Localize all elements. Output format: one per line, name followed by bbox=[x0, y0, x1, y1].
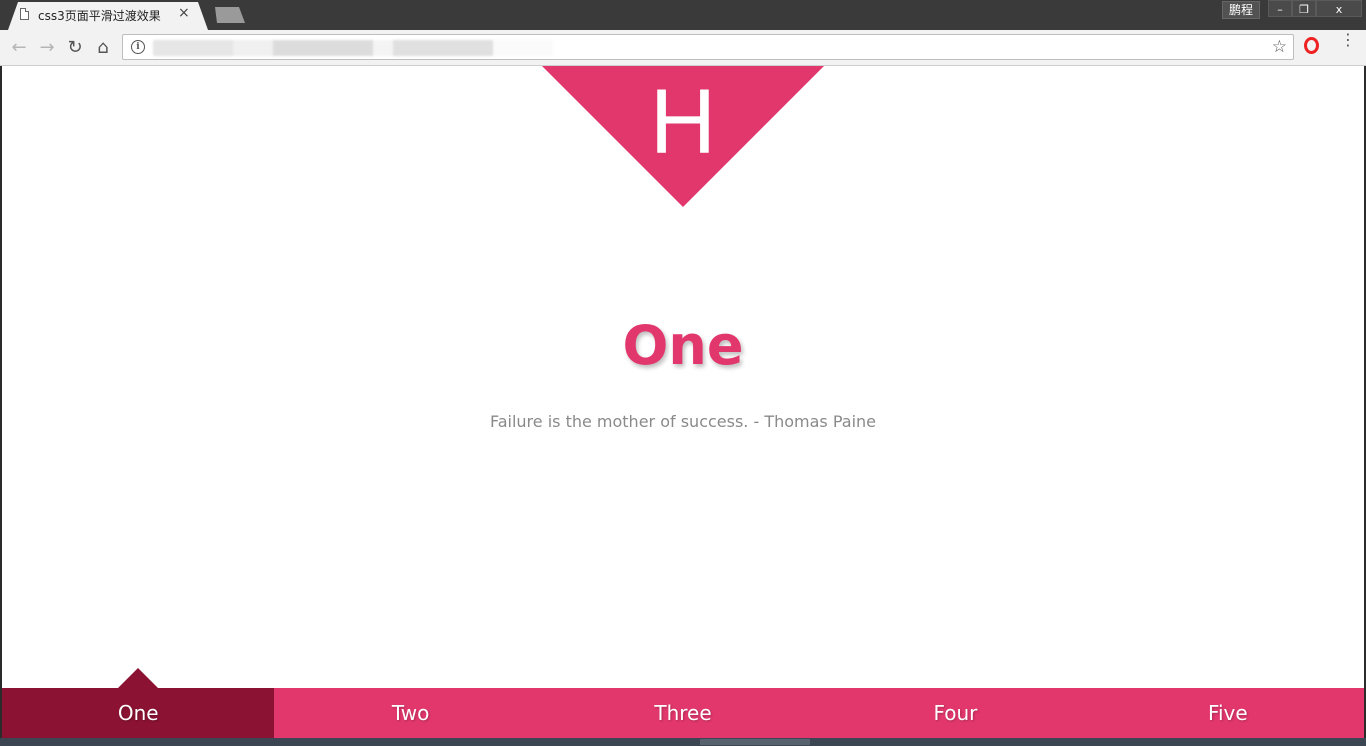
info-icon[interactable]: i bbox=[131, 40, 145, 54]
tab-close-icon[interactable]: × bbox=[178, 5, 190, 21]
bottom-nav: One Two Three Four Five bbox=[2, 668, 1364, 738]
opera-extension-icon[interactable] bbox=[1304, 37, 1319, 54]
home-icon[interactable]: ⌂ bbox=[92, 37, 114, 59]
quote-text: Failure is the mother of success. - Thom… bbox=[489, 412, 877, 431]
nav-item-three[interactable]: Three bbox=[547, 688, 819, 738]
os-taskbar bbox=[0, 738, 1366, 746]
profile-button[interactable]: 鹏程 bbox=[1222, 1, 1261, 19]
reload-icon[interactable]: ↻ bbox=[64, 37, 86, 59]
nav-item-four[interactable]: Four bbox=[819, 688, 1091, 738]
page-icon bbox=[20, 8, 29, 20]
tab-title: css3页面平滑过渡效果 bbox=[38, 9, 161, 23]
url-text[interactable] bbox=[153, 40, 553, 56]
address-bar[interactable]: i ☆ bbox=[122, 34, 1294, 60]
minimize-button[interactable]: – bbox=[1268, 0, 1292, 17]
nav-item-two[interactable]: Two bbox=[274, 688, 546, 738]
nav-item-one[interactable]: One bbox=[2, 668, 275, 738]
close-window-button[interactable]: x bbox=[1316, 0, 1362, 17]
new-tab-button[interactable] bbox=[215, 7, 245, 23]
forward-arrow-icon[interactable]: → bbox=[36, 37, 58, 59]
page-viewport: H One Failure is the mother of success. … bbox=[2, 66, 1364, 738]
taskbar-active-window[interactable] bbox=[700, 739, 810, 745]
logo-letter: H bbox=[649, 71, 717, 173]
section-heading: One bbox=[622, 314, 744, 377]
browser-menu-icon[interactable]: ⋮ bbox=[1340, 32, 1356, 48]
nav-item-five[interactable]: Five bbox=[1092, 688, 1364, 738]
back-arrow-icon[interactable]: ← bbox=[8, 37, 30, 59]
tab-strip: css3页面平滑过渡效果 × 鹏程 – ❐ x bbox=[0, 0, 1366, 30]
restore-button[interactable]: ❐ bbox=[1292, 0, 1316, 17]
browser-toolbar: ← → ↻ ⌂ i ☆ bbox=[0, 30, 1366, 66]
bookmark-star-icon[interactable]: ☆ bbox=[1272, 37, 1287, 57]
